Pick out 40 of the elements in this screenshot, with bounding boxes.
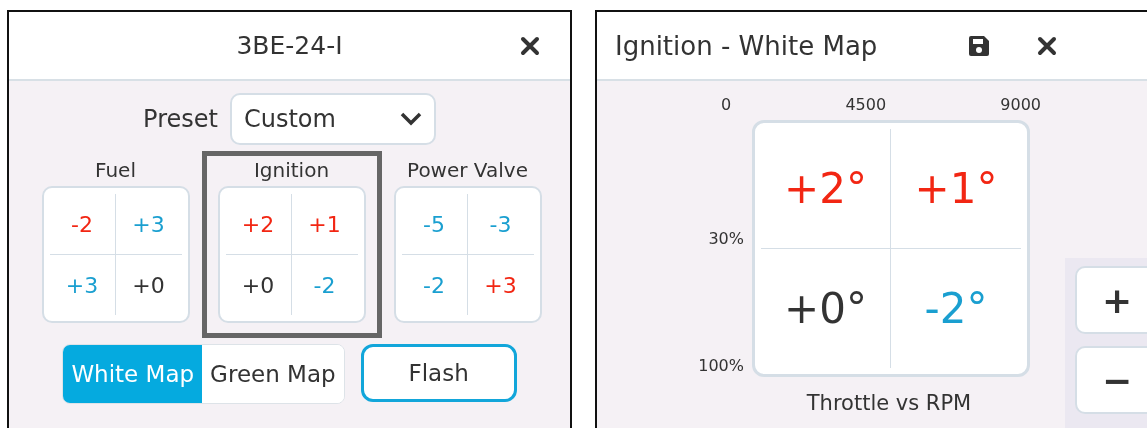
- close-icon[interactable]: [520, 36, 540, 56]
- grid-cell[interactable]: -5: [401, 194, 468, 255]
- map-cell[interactable]: +1°: [891, 129, 1021, 249]
- axis-label: 4500: [845, 95, 887, 114]
- step-button[interactable]: −: [1075, 346, 1147, 414]
- grid-cell[interactable]: -2: [401, 255, 468, 315]
- grid-cell[interactable]: +0: [115, 255, 182, 315]
- grid-cell[interactable]: +1: [291, 194, 358, 255]
- flash-button[interactable]: Flash: [360, 344, 517, 402]
- close-icon[interactable]: [1037, 35, 1058, 56]
- window-title: 3BE-24-I: [236, 31, 343, 60]
- grid-cell[interactable]: +3: [467, 255, 534, 315]
- value-grid[interactable]: +2 +1 +0 -2: [217, 186, 366, 323]
- axis-label: 100%: [698, 356, 744, 375]
- preset-dropdown[interactable]: Custom: [229, 93, 436, 145]
- grid-cell[interactable]: -2: [291, 255, 358, 315]
- grid-cell[interactable]: +2: [225, 194, 292, 255]
- grid-cell[interactable]: +0: [225, 255, 292, 315]
- group-label: Power Valve: [407, 158, 528, 182]
- grid-cell[interactable]: +3: [115, 194, 182, 255]
- save-icon[interactable]: [967, 33, 992, 58]
- window-title: Ignition - White Map: [615, 30, 878, 61]
- step-button[interactable]: +: [1075, 266, 1147, 334]
- preset-label: Preset: [143, 105, 218, 133]
- group-label: Fuel: [95, 158, 136, 182]
- chevron-icon: [399, 112, 422, 126]
- grid-cell[interactable]: +3: [49, 255, 116, 315]
- map-cell[interactable]: -2°: [891, 249, 1021, 368]
- grid-cell[interactable]: -3: [467, 194, 534, 255]
- group-label: Ignition: [253, 158, 330, 182]
- value-grid[interactable]: -2 +3 +3 +0: [41, 186, 190, 323]
- axis-label: 9000: [1000, 95, 1041, 114]
- axis-label: 30%: [708, 228, 744, 248]
- map-cell[interactable]: +2°: [761, 129, 891, 249]
- map-tab[interactable]: White Map: [63, 345, 203, 403]
- value-grid[interactable]: -5 -3 -2 +3: [393, 186, 542, 323]
- grid-cell[interactable]: -2: [49, 194, 116, 255]
- map-cell[interactable]: +0°: [761, 249, 891, 368]
- axis-caption: Throttle vs RPM: [806, 391, 972, 415]
- axis-label: 0: [721, 95, 732, 114]
